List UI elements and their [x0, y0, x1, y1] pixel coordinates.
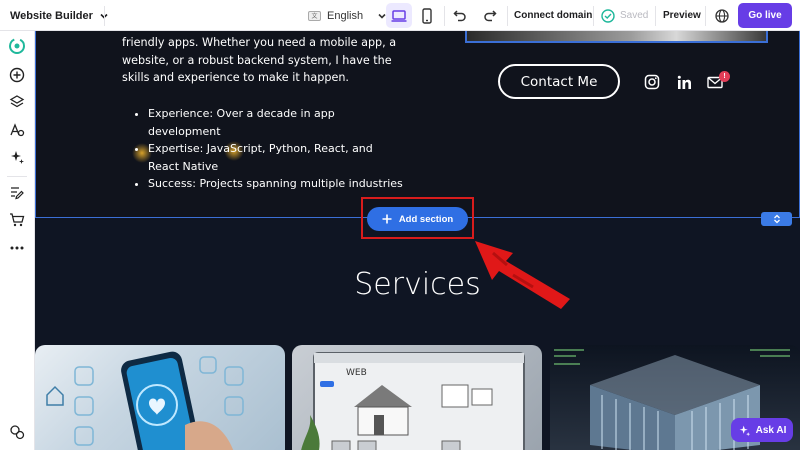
about-paragraph: friendly apps. Whether you need a mobile… — [122, 36, 397, 84]
add-section-button[interactable]: Add section — [367, 207, 468, 231]
card-caption: WEB — [346, 368, 367, 378]
toolbar-divider — [507, 6, 508, 26]
pages-icon — [11, 187, 24, 200]
service-card-web-development[interactable]: WEB — [292, 345, 542, 450]
globe-icon — [715, 8, 729, 23]
store-icon — [10, 213, 25, 227]
instagram-icon — [644, 74, 660, 90]
pages-button[interactable] — [6, 182, 28, 204]
globe-button[interactable] — [709, 3, 735, 28]
mobile-view-button[interactable] — [414, 3, 440, 28]
instagram-link[interactable] — [643, 73, 661, 91]
ask-ai-label: Ask AI — [755, 424, 787, 436]
ask-ai-button[interactable]: Ask AI — [731, 418, 793, 442]
redo-button[interactable] — [477, 3, 503, 28]
contact-me-button[interactable]: Contact Me — [498, 64, 620, 99]
sidebar-divider — [7, 176, 27, 177]
website-builder-menu[interactable]: Website Builder — [10, 0, 109, 31]
section-reorder-button[interactable] — [761, 212, 792, 226]
linkedin-link[interactable] — [675, 73, 693, 91]
toolbar-divider — [705, 6, 706, 26]
plus-icon — [382, 214, 392, 224]
site-menu-label: Website Builder — [10, 9, 93, 22]
more-button[interactable] — [6, 237, 28, 259]
layers-icon — [9, 95, 25, 108]
email-link[interactable]: ! — [706, 71, 730, 91]
redo-icon — [484, 9, 497, 21]
help-icon — [10, 425, 25, 440]
saved-label: Saved — [620, 10, 649, 21]
list-item: Success: Projects spanning multiple indu… — [148, 175, 404, 193]
language-label: English — [327, 9, 364, 22]
toolbar-divider — [593, 6, 594, 26]
list-item: Expertise: JavaScript, Python, React, an… — [148, 140, 404, 175]
ai-logo-icon — [9, 38, 25, 54]
add-section-label: Add section — [398, 213, 454, 225]
sparkle-icon — [739, 425, 750, 436]
connect-domain-button[interactable]: Connect domain — [514, 0, 592, 31]
service-card-mobile-apps[interactable] — [35, 345, 285, 450]
go-live-button[interactable]: Go live — [738, 3, 792, 28]
desktop-view-button[interactable] — [386, 3, 412, 28]
undo-button[interactable] — [447, 3, 473, 28]
about-list: Experience: Over a decade in app develop… — [134, 105, 404, 193]
styles-icon — [10, 123, 25, 137]
language-flag-icon: 文 — [308, 10, 321, 21]
language-selector[interactable]: 文 English — [308, 0, 389, 31]
chevron-up-down-icon — [773, 214, 780, 224]
linkedin-icon — [677, 75, 691, 89]
help-button[interactable] — [6, 421, 28, 443]
ai-tools-button[interactable] — [6, 146, 28, 168]
services-heading: Services — [354, 267, 481, 302]
top-toolbar: Website Builder 文 English Connect domain… — [0, 0, 800, 31]
mobile-app-illustration — [46, 351, 244, 450]
store-button[interactable] — [6, 209, 28, 231]
mobile-icon — [422, 7, 432, 24]
list-item: Experience: Over a decade in app develop… — [148, 105, 404, 140]
about-image[interactable] — [465, 31, 768, 43]
desktop-icon — [391, 9, 407, 22]
notification-badge: ! — [719, 71, 730, 82]
more-icon — [10, 246, 24, 250]
toolbar-divider — [444, 6, 445, 26]
add-elements-button[interactable] — [6, 64, 28, 86]
check-circle-icon — [601, 8, 615, 23]
left-sidebar — [0, 31, 35, 450]
website-illustration: WEB — [301, 352, 525, 450]
about-section[interactable]: friendly apps. Whether you need a mobile… — [35, 31, 800, 218]
add-element-icon — [9, 67, 25, 83]
toolbar-divider — [104, 6, 105, 26]
layers-button[interactable] — [6, 91, 28, 113]
editor-canvas: friendly apps. Whether you need a mobile… — [35, 31, 800, 450]
preview-button[interactable]: Preview — [663, 0, 701, 31]
styles-button[interactable] — [6, 119, 28, 141]
saved-status: Saved — [601, 0, 648, 31]
toolbar-divider — [655, 6, 656, 26]
ai-tools-icon — [11, 151, 24, 164]
undo-icon — [453, 9, 466, 21]
ai-logo-button[interactable] — [6, 35, 28, 57]
